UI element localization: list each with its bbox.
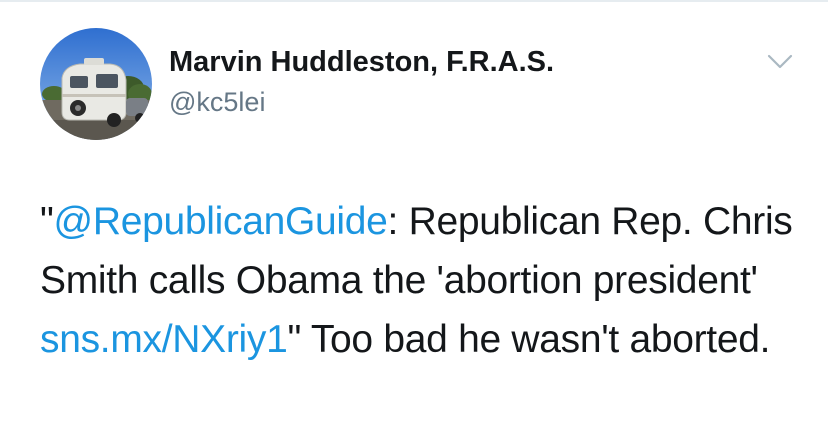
chevron-down-icon — [767, 54, 793, 69]
tweet-text-part2: " Too bad he wasn't aborted. — [287, 318, 771, 361]
tweet-body: "@RepublicanGuide: Republican Rep. Chris… — [40, 192, 810, 369]
url-link[interactable]: sns.mx/NXriy1 — [40, 318, 288, 361]
quote-mark: " — [40, 200, 54, 243]
tweet-menu-button[interactable] — [765, 48, 795, 74]
top-divider — [0, 0, 828, 2]
author-avatar[interactable] — [40, 28, 152, 140]
author-handle[interactable]: @kc5lei — [169, 87, 265, 118]
avatar-rv-trailer-photo — [40, 28, 152, 140]
mention-link[interactable]: @RepublicanGuide — [54, 200, 388, 243]
author-name[interactable]: Marvin Huddleston, F.R.A.S. — [169, 46, 554, 79]
